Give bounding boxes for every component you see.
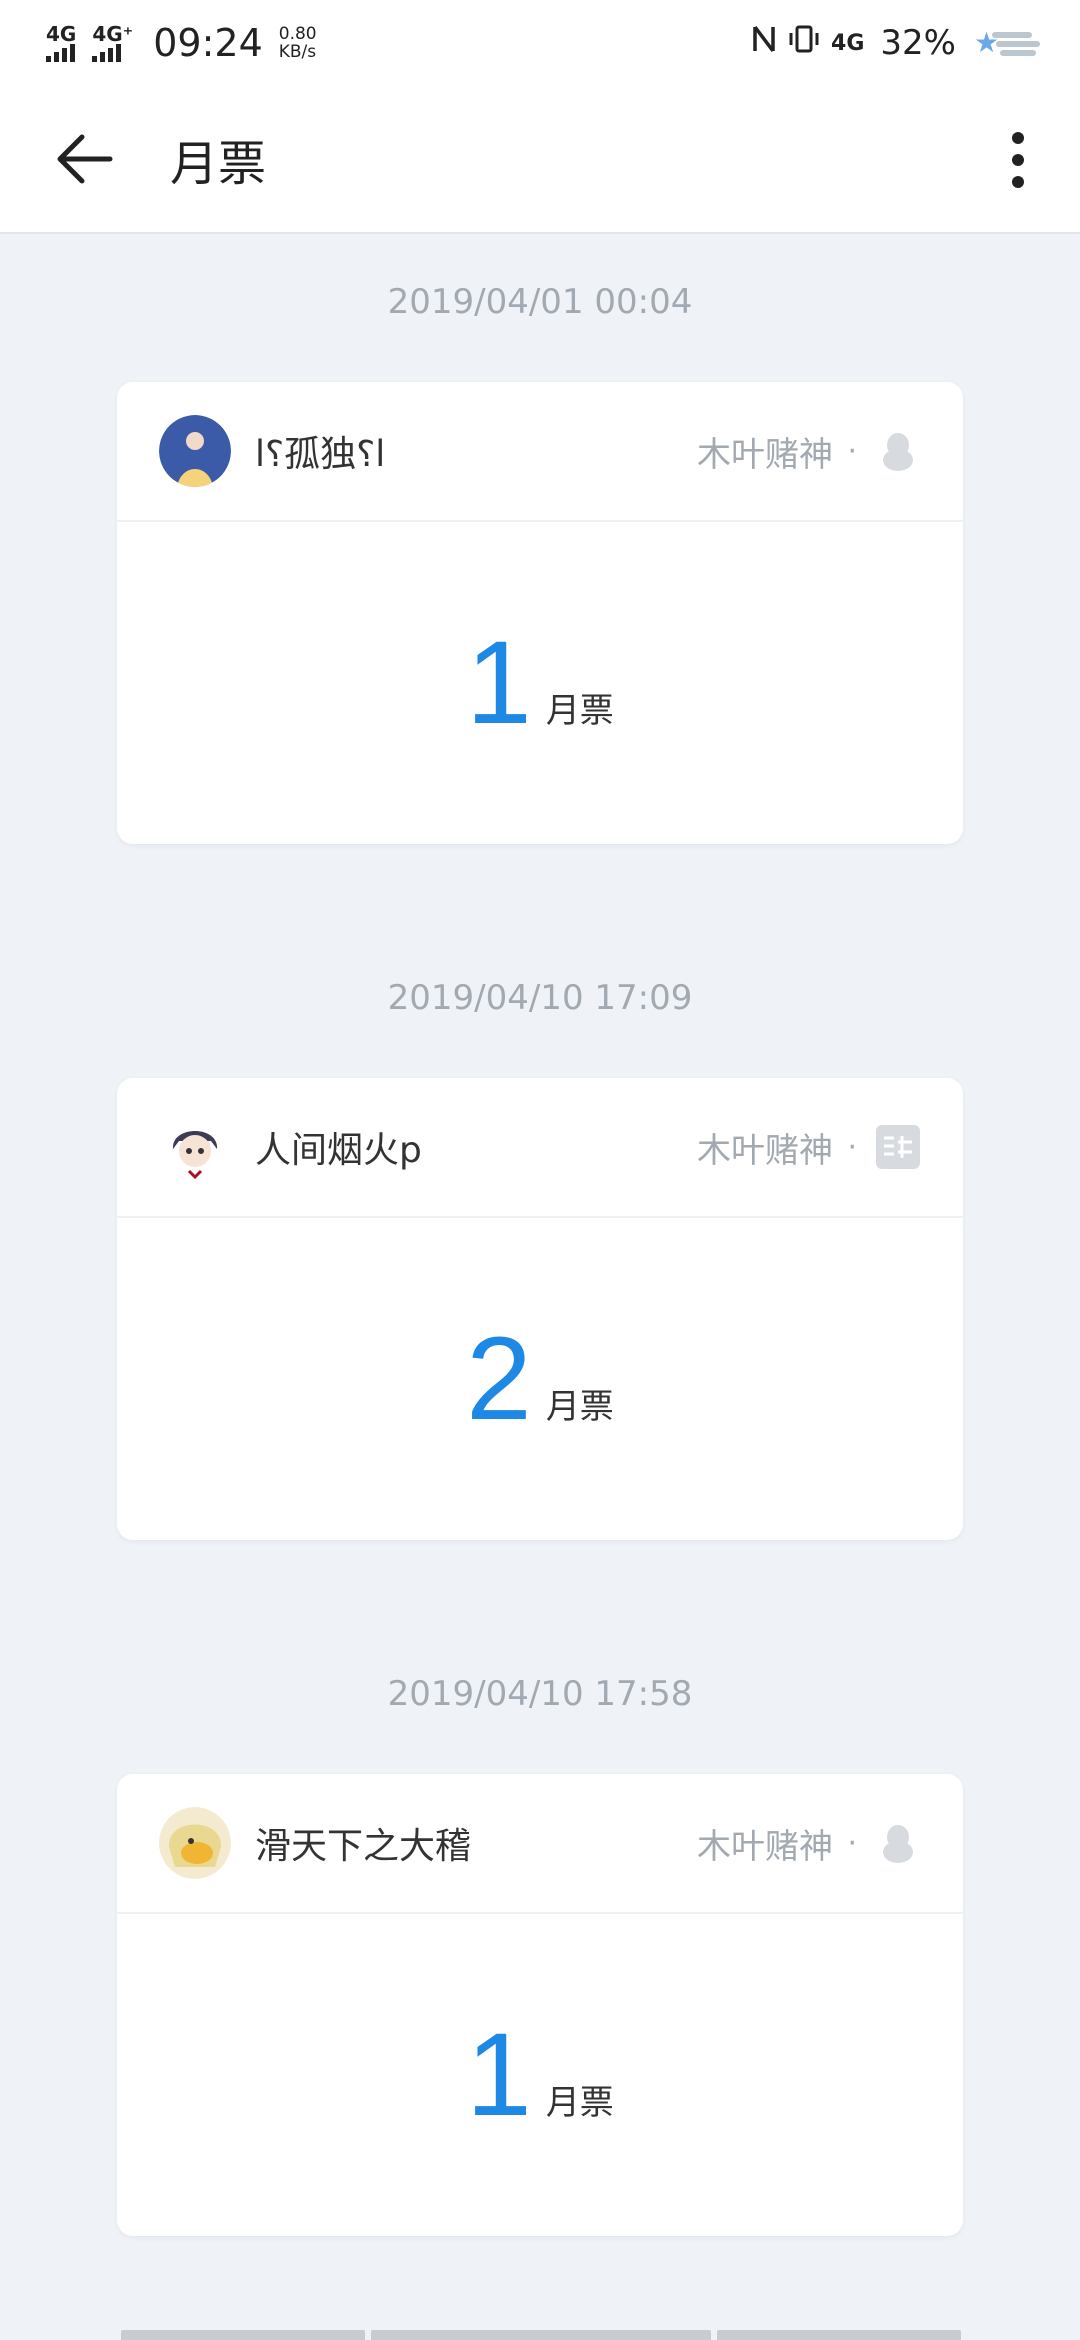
qq-penguin-icon [883,433,913,471]
author-name: 木叶赌神 [697,1826,833,1867]
ticket-amount: 2 [466,1313,532,1445]
weather-icon: ★ [974,28,1040,58]
card-body: 1 月票 [117,522,963,844]
status-right: 4G 32% ★ [751,23,1040,63]
card-header: ا⸮孤独⸮ا 木叶赌神 · [117,382,963,522]
card-header: 人间烟火p 木叶赌神 · [117,1078,963,1218]
vibrate-icon [787,24,821,62]
separator-dot: · [847,1825,857,1861]
ticket-amount: 1 [466,617,532,749]
clock: 09:24 [153,21,263,65]
arrow-left-icon [57,134,113,184]
ticket-card[interactable]: 滑天下之大稽 木叶赌神 · 1 月票 [117,1774,963,2236]
ticket-amount: 1 [466,2009,532,2141]
card-body: 2 月票 [117,1218,963,1540]
avatar[interactable] [159,415,231,487]
avatar[interactable] [159,1807,231,1879]
ticket-unit: 月票 [545,691,614,731]
entry-time: 2019/04/01 00:04 [387,282,693,322]
signal-icon: 4G⁺ [92,24,133,62]
signal-label: 4G [46,22,77,46]
separator-dot: · [847,433,857,469]
back-button[interactable] [42,117,126,201]
status-left: 4G 4G⁺ 09:24 0.80 KB/s [46,21,317,65]
qq-penguin-icon [883,1825,913,1863]
entry-time: 2019/04/10 17:58 [387,1674,693,1714]
entry-time: 2019/04/10 17:09 [387,978,693,1018]
ticket-card[interactable]: 人间烟火p 木叶赌神 · 2 月票 [117,1078,963,1540]
ticket-unit: 月票 [545,1387,614,1427]
status-bar: 4G 4G⁺ 09:24 0.80 KB/s 4G 32% ★ [0,0,1080,86]
author-name: 木叶赌神 [697,434,833,475]
ticket-unit: 月票 [545,2083,614,2123]
battery-level: 32% [880,23,956,63]
speed-unit: KB/s [278,42,317,62]
more-vertical-icon [1012,132,1024,144]
app-header: 月票 [0,86,1080,234]
card-header: 滑天下之大稽 木叶赌神 · [117,1774,963,1914]
user-name: 滑天下之大稽 [255,1826,472,1867]
speed-value: 0.80 [278,24,317,44]
signal-label: 4G⁺ [92,22,134,46]
card-body: 1 月票 [117,1914,963,2236]
network-type: 4G [831,30,865,56]
separator-dot: · [847,1129,857,1165]
user-name: ا⸮孤独⸮ا [255,434,386,475]
bottom-tab-strip [121,2330,961,2340]
avatar[interactable] [159,1111,231,1183]
more-button[interactable] [976,118,1060,202]
signal-icon: 4G [46,24,76,62]
nfc-icon [751,24,777,62]
ticket-card[interactable]: ا⸮孤独⸮ا 木叶赌神 · 1 月票 [117,382,963,844]
page-title: 月票 [170,136,267,192]
qidian-app-icon [876,1125,920,1169]
author-name: 木叶赌神 [697,1130,833,1171]
network-speed: 0.80 KB/s [279,25,317,61]
user-name: 人间烟火p [255,1130,422,1171]
